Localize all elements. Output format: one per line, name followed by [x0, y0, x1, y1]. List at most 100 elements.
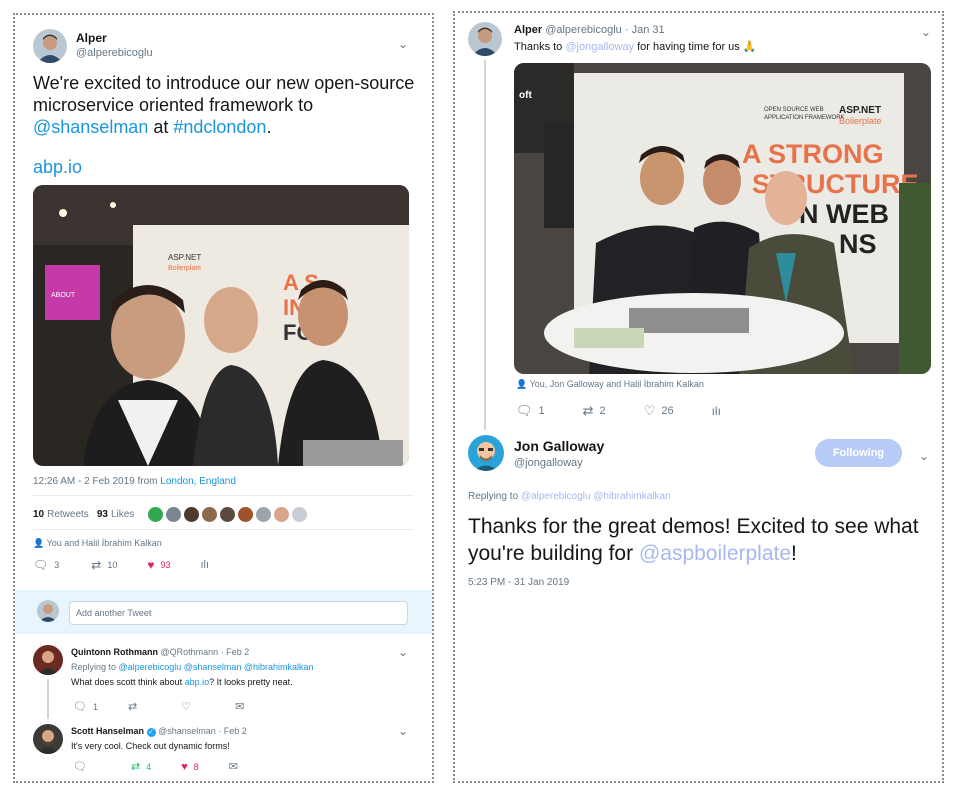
person-icon: 👤: [516, 379, 528, 389]
svg-text:A STRONG: A STRONG: [742, 139, 884, 169]
tweet-timestamp: 12:26 AM - 2 Feb 2019 from London, Engla…: [33, 476, 236, 487]
tweet-header: Alper @alperebicoglu: [33, 29, 153, 63]
following-button[interactable]: Following: [815, 439, 902, 467]
replying-to-links[interactable]: @alperebicoglu @hibrahimkalkan: [521, 491, 671, 502]
retweet-icon: ⇄: [91, 558, 102, 572]
author-handle[interactable]: @alperebicoglu: [76, 46, 153, 61]
reply-icon: 🗨: [73, 761, 87, 773]
message-button[interactable]: ✉: [235, 700, 244, 713]
tagged-people[interactable]: 👤 You, Jon Galloway and Halil İbrahim Ka…: [516, 379, 704, 390]
pray-emoji: 🙏: [742, 41, 757, 53]
tweet-panel-right: Alper @alperebicoglu · Jan 31 Thanks to …: [453, 11, 944, 783]
analytics-button[interactable]: ılı: [200, 559, 209, 571]
mention-link[interactable]: @shanselman: [33, 117, 148, 137]
replying-to: Replying to @alperebicoglu @hibrahimkalk…: [468, 491, 671, 502]
avatar[interactable]: [33, 724, 63, 754]
envelope-icon: ✉: [228, 761, 238, 773]
liker-avatars: [148, 507, 308, 522]
location-link[interactable]: London, England: [160, 476, 236, 487]
liked-by: 👤 You and Halil İbrahim Kalkan: [33, 538, 162, 548]
reply-author-name[interactable]: Quintonn Rothmann: [71, 647, 158, 657]
like-button[interactable]: ♥ 93: [147, 558, 170, 572]
retweet-icon: ⇄: [127, 701, 138, 713]
reply-timestamp[interactable]: 5:23 PM - 31 Jan 2019: [468, 577, 569, 588]
likes-stat[interactable]: 93 Likes: [97, 509, 134, 520]
avatar[interactable]: [468, 22, 502, 56]
reply-input[interactable]: Add another Tweet: [69, 601, 408, 625]
person-icon: 👤: [33, 538, 45, 548]
heart-icon: ♡: [181, 701, 192, 713]
retweet-button[interactable]: ⇄ 4: [131, 760, 151, 773]
avatar[interactable]: [468, 435, 504, 471]
avatar[interactable]: [274, 507, 290, 522]
svg-text:OPEN SOURCE WEB: OPEN SOURCE WEB: [764, 107, 824, 113]
reply-button[interactable]: 🗨: [73, 760, 93, 773]
reply-author-name[interactable]: Scott Hanselman: [71, 726, 144, 736]
retweet-button[interactable]: ⇄ 2: [583, 403, 606, 419]
hashtag-link[interactable]: #ndclondon: [173, 117, 266, 137]
like-button[interactable]: ♥ 8: [181, 761, 199, 773]
chevron-down-icon[interactable]: ⌄: [398, 38, 408, 50]
tweet-photo[interactable]: ABOUT A S INFR FO ASP.NET Boilerplate: [33, 185, 409, 466]
tweet-text: We're excited to introduce our new open-…: [33, 73, 415, 137]
avatar[interactable]: [37, 600, 59, 622]
avatar[interactable]: [184, 507, 200, 522]
divider: [33, 529, 414, 530]
reply-tweet[interactable]: Quintonn Rothmann @QRothmann · Feb 2 Rep…: [33, 645, 413, 705]
analytics-icon: ılı: [711, 404, 721, 418]
retweet-button[interactable]: ⇄ 10: [91, 558, 117, 572]
avatar[interactable]: [166, 507, 182, 522]
avatar[interactable]: [33, 29, 67, 63]
svg-text:oft: oft: [519, 90, 532, 101]
like-button[interactable]: ♡: [181, 700, 197, 713]
author-name[interactable]: Alper: [76, 31, 153, 46]
avatar[interactable]: [292, 507, 308, 522]
avatar[interactable]: [148, 507, 164, 522]
reply-author-name[interactable]: Jon Galloway: [514, 438, 604, 454]
svg-text:ABOUT: ABOUT: [51, 292, 76, 299]
message-button[interactable]: ✉: [229, 760, 238, 773]
divider: [33, 495, 414, 496]
reply-actions: 🗨 ⇄ 4 ♥ 8 ✉: [73, 760, 238, 774]
author-name[interactable]: Alper: [514, 24, 542, 36]
reply-author-handle[interactable]: @jongalloway: [514, 457, 583, 469]
tweet-stats: 10 Retweets 93 Likes: [33, 507, 308, 522]
reply-link[interactable]: abp.io: [185, 677, 210, 687]
analytics-button[interactable]: ılı: [712, 404, 721, 418]
chevron-down-icon[interactable]: ⌄: [398, 646, 408, 658]
tweet-panel-left: Alper @alperebicoglu ⌄ We're excited to …: [13, 13, 434, 783]
reply-button[interactable]: 🗨 1: [73, 700, 98, 713]
chevron-down-icon[interactable]: ⌄: [919, 450, 929, 462]
reply-composer: Add another Tweet: [15, 590, 432, 634]
replying-to-links[interactable]: @alperebicoglu @shanselman @hibrahimkalk…: [119, 662, 314, 672]
tweet-actions: 🗨 1 ⇄ 2 ♡ 26 ılı: [516, 403, 721, 419]
thread-line: [47, 679, 49, 719]
tweet-link[interactable]: abp.io: [33, 157, 82, 178]
retweets-stat[interactable]: 10 Retweets: [33, 509, 89, 520]
reply-icon: 🗨: [33, 558, 49, 572]
tweet-photo[interactable]: oft OPEN SOURCE WEB APPLICATION FRAMEWOR…: [514, 63, 931, 374]
svg-text:ASP.NET: ASP.NET: [168, 253, 201, 262]
retweet-icon: ⇄: [130, 761, 141, 773]
svg-text:ASP.NET: ASP.NET: [839, 105, 881, 116]
mention-link[interactable]: @aspboilerplate: [639, 542, 791, 565]
retweet-button[interactable]: ⇄: [128, 700, 143, 713]
reply-button[interactable]: 🗨 1: [516, 403, 545, 419]
reply-icon: 🗨: [516, 403, 533, 418]
analytics-icon: ılı: [200, 559, 210, 571]
avatar[interactable]: [238, 507, 254, 522]
chevron-down-icon[interactable]: ⌄: [921, 26, 931, 38]
avatar[interactable]: [202, 507, 218, 522]
chevron-down-icon[interactable]: ⌄: [398, 725, 408, 737]
avatar[interactable]: [33, 645, 63, 675]
avatar[interactable]: [220, 507, 236, 522]
like-button[interactable]: ♡ 26: [644, 403, 674, 419]
author-handle[interactable]: @alperebicoglu: [545, 24, 622, 36]
mention-link[interactable]: @jongalloway: [565, 41, 634, 53]
reply-tweet[interactable]: Scott Hanselman ✓ @shanselman · Feb 2 It…: [33, 724, 413, 764]
avatar[interactable]: [256, 507, 272, 522]
reply-button[interactable]: 🗨 3: [33, 558, 59, 572]
heart-icon: ♡: [643, 403, 656, 418]
reply-actions: 🗨 1 ⇄ ♡ ✉: [73, 700, 244, 713]
heart-icon: ♥: [147, 558, 155, 572]
